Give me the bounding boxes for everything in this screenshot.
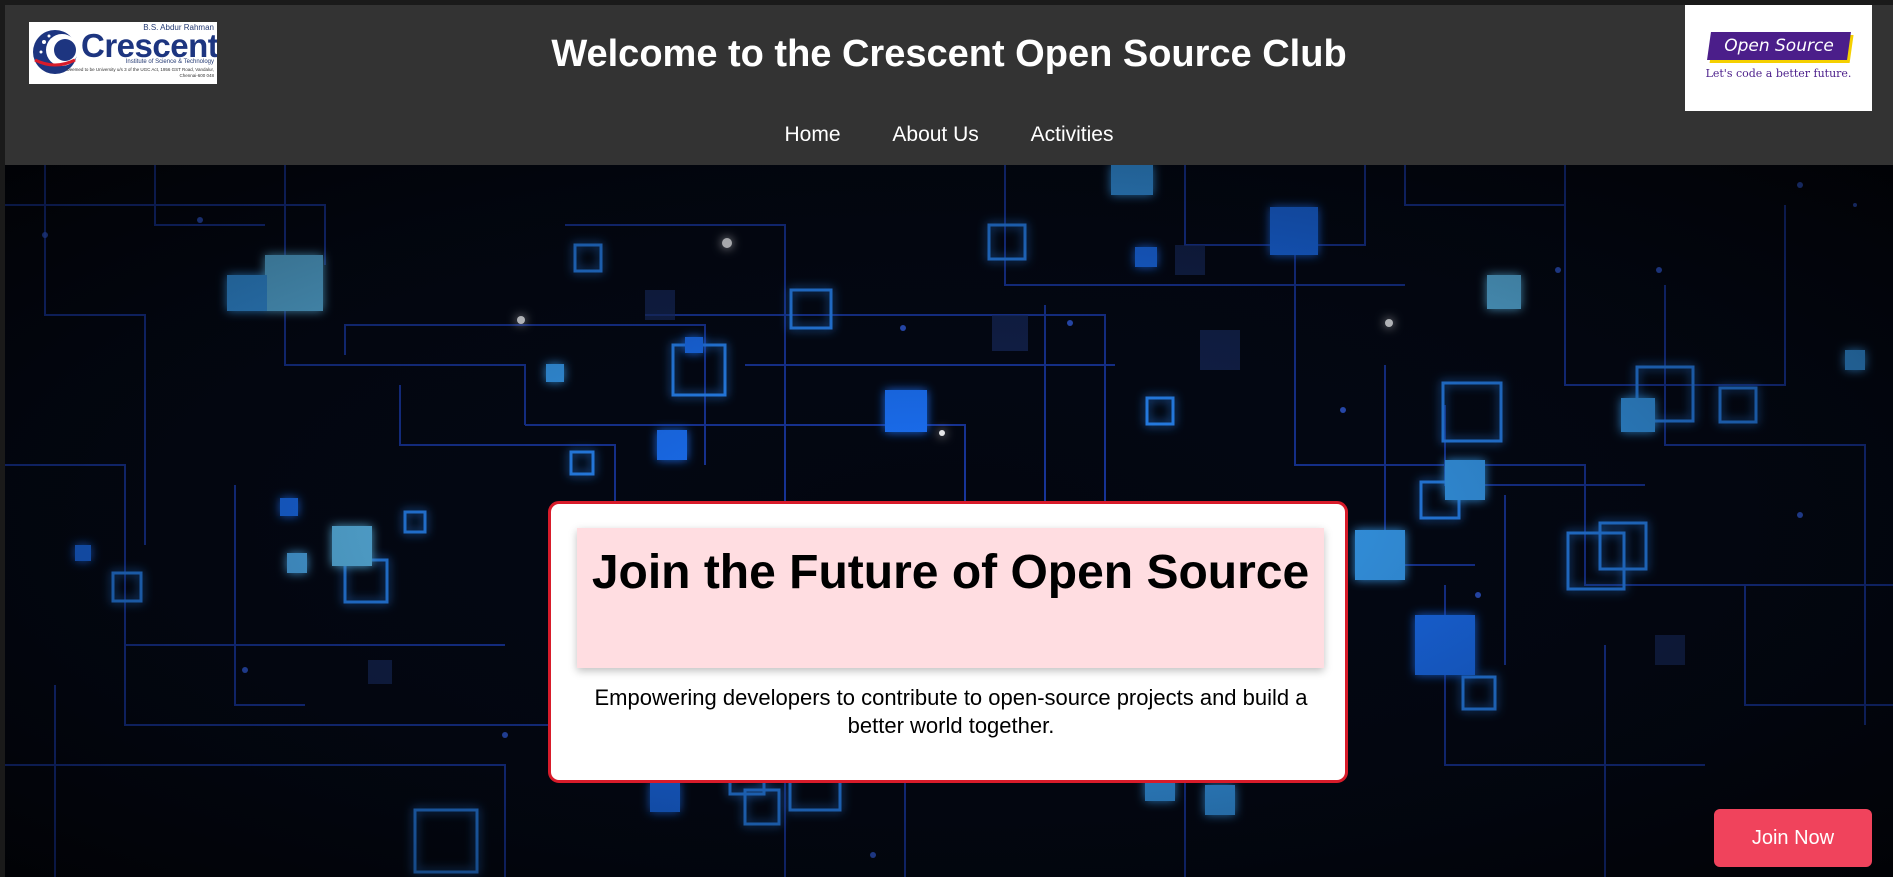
hero-heading-box: Join the Future of Open Source (577, 528, 1324, 668)
hero-card: Join the Future of Open Source Empowerin… (548, 501, 1348, 783)
join-now-button[interactable]: Join Now (1714, 809, 1872, 867)
nav-about-link[interactable]: About Us (892, 123, 978, 146)
hero-section: Join the Future of Open Source Empowerin… (5, 165, 1893, 877)
page-title: Welcome to the Crescent Open Source Club (551, 33, 1347, 75)
hero-heading: Join the Future of Open Source (591, 546, 1310, 599)
page-frame: B.S. Abdur Rahman Crescent Institute of … (5, 5, 1893, 877)
main-nav: Home About Us Activities (5, 123, 1893, 147)
hero-description: Empowering developers to contribute to o… (594, 685, 1308, 738)
logo-tagline: Let's code a better future. (1705, 67, 1852, 80)
logo-badge-text: Open Source Club (1724, 36, 1834, 84)
open-source-club-logo[interactable]: Open Source Club Let's code a better fut… (1685, 5, 1872, 111)
site-header: B.S. Abdur Rahman Crescent Institute of … (5, 5, 1893, 165)
nav-home-link[interactable]: Home (785, 123, 841, 146)
nav-activities-link[interactable]: Activities (1031, 123, 1114, 146)
